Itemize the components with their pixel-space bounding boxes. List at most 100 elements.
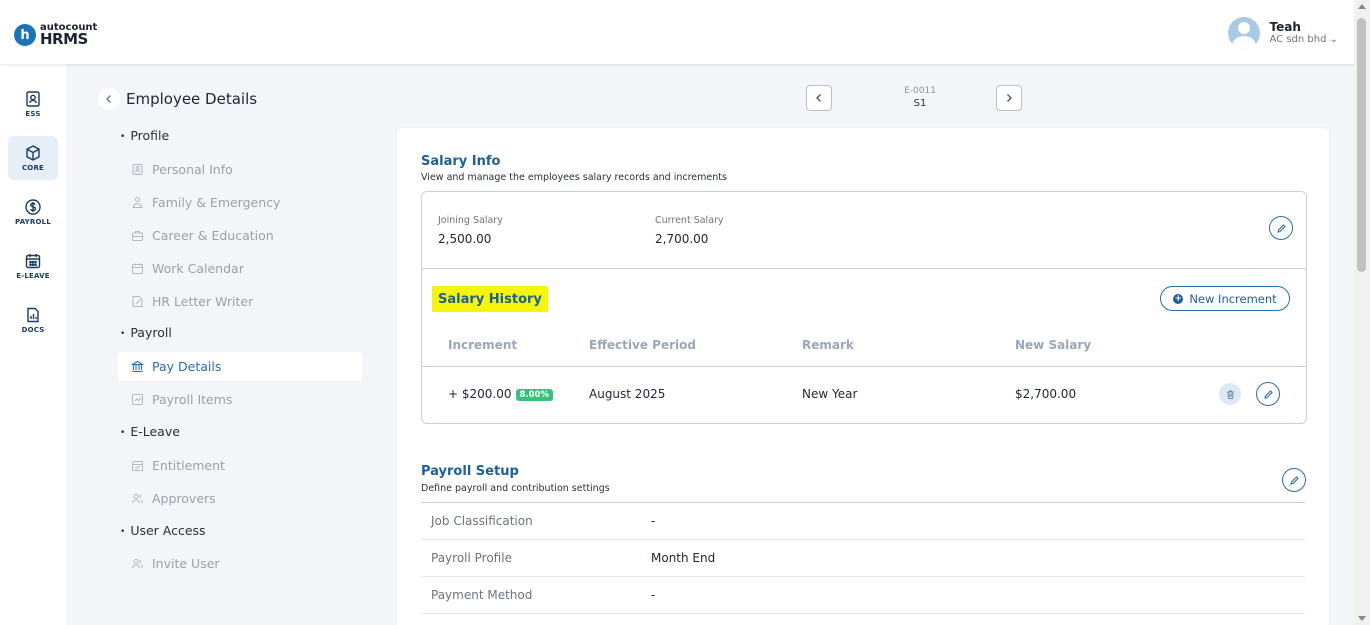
setup-label: Payment Method [431, 588, 533, 602]
user-name: Teah [1269, 20, 1301, 34]
user-menu[interactable]: Teah AC sdn bhd ⌄ [1227, 17, 1339, 49]
rail-item-core[interactable]: CORE [8, 136, 58, 180]
nav-item-career-education[interactable]: Career & Education [118, 221, 362, 250]
next-record-button[interactable] [996, 85, 1022, 111]
nav-item-label: HR Letter Writer [152, 294, 254, 309]
new-salary-cell: $2,700.00 [1015, 387, 1077, 401]
dollar-icon [25, 199, 41, 215]
nav-item-personal-info[interactable]: Personal Info [118, 155, 362, 184]
scroll-down-arrow-icon[interactable] [1358, 616, 1366, 621]
payroll-setup-subtitle: Define payroll and contribution settings [421, 483, 610, 494]
plus-circle-icon: + [1173, 293, 1184, 304]
bank-icon [131, 360, 144, 373]
back-button[interactable] [98, 88, 120, 110]
users-icon [131, 557, 144, 570]
edit-salary-button[interactable] [1269, 216, 1293, 240]
id-card-icon [26, 91, 40, 107]
nav-item-label: Family & Emergency [152, 195, 281, 210]
avatar[interactable] [1227, 17, 1260, 49]
nav-item-work-calendar[interactable]: Work Calendar [118, 254, 362, 283]
chevron-left-icon [106, 95, 111, 103]
salary-info-title: Salary Info [421, 154, 501, 169]
nav-item-approvers[interactable]: Approvers [118, 484, 362, 513]
nav-item-pay-details[interactable]: Pay Details [118, 352, 362, 381]
nav-section-payroll: Payroll [120, 325, 172, 340]
pay-details-panel: Salary Info View and manage the employee… [396, 127, 1330, 625]
document-chart-icon [27, 307, 39, 323]
calendar-icon [25, 254, 41, 269]
setup-value: - [651, 588, 656, 602]
nav-item-label: Approvers [152, 491, 216, 506]
person-card-icon [131, 163, 144, 176]
remark-cell: New Year [802, 387, 858, 401]
calendar-icon [131, 262, 144, 275]
app-logo[interactable]: h autocount HRMS [14, 23, 97, 47]
payroll-setup-title: Payroll Setup [421, 464, 519, 479]
rail-label: E-LEAVE [16, 272, 50, 280]
rail-item-docs[interactable]: DOCS [8, 298, 58, 342]
increment-amount: + $200.00 [448, 387, 512, 401]
column-header: Remark [802, 338, 854, 352]
setup-divider [421, 502, 1305, 503]
nav-item-label: Pay Details [152, 359, 222, 374]
scroll-thumb[interactable] [1357, 18, 1366, 272]
pencil-icon [1276, 223, 1286, 233]
rail-item-ess[interactable]: ESS [8, 82, 58, 126]
employee-code: E-0011 [904, 86, 936, 96]
career-icon [131, 229, 144, 242]
users-icon [131, 492, 144, 505]
nav-item-label: Entitlement [152, 458, 225, 473]
effective-period-cell: August 2025 [589, 387, 666, 401]
current-salary-value: 2,700.00 [655, 232, 709, 246]
nav-item-payroll-items[interactable]: Payroll Items [118, 385, 362, 414]
nav-item-family-emergency[interactable]: Family & Emergency [118, 188, 362, 217]
column-header: Effective Period [589, 338, 696, 352]
setup-divider [421, 613, 1305, 614]
page-scrollbar[interactable] [1354, 0, 1370, 625]
nav-section-profile: Profile [120, 128, 169, 143]
nav-item-label: Payroll Items [152, 392, 233, 407]
increment-percent-badge: 8.00% [515, 389, 553, 401]
joining-salary-value: 2,500.00 [438, 232, 492, 246]
trash-icon [1226, 390, 1234, 399]
nav-item-label: Invite User [152, 556, 220, 571]
rail-label: ESS [25, 110, 41, 118]
edit-payroll-setup-button[interactable] [1282, 468, 1306, 492]
edit-increment-button[interactable] [1256, 382, 1280, 406]
nav-item-invite-user[interactable]: Invite User [118, 549, 362, 578]
new-increment-button[interactable]: + New Increment [1160, 286, 1290, 311]
setup-divider [421, 576, 1305, 577]
cube-icon [26, 145, 40, 161]
chevron-right-icon [1007, 94, 1012, 102]
calendar-check-icon [131, 459, 144, 472]
payroll-items-icon [131, 393, 144, 406]
rail-item-eleave[interactable]: E-LEAVE [8, 244, 58, 288]
delete-increment-button[interactable] [1219, 383, 1241, 405]
nav-section-user-access: User Access [120, 523, 205, 538]
rail-label: PAYROLL [15, 218, 51, 226]
company-switcher[interactable]: AC sdn bhd ⌄ [1270, 34, 1339, 46]
employee-name: S1 [913, 98, 927, 109]
rail-label: DOCS [21, 326, 45, 334]
pencil-icon [1263, 389, 1273, 399]
nav-item-hr-letter-writer[interactable]: HR Letter Writer [118, 287, 362, 316]
table-divider [422, 366, 1306, 367]
nav-item-label: Career & Education [152, 228, 274, 243]
scroll-up-arrow-icon[interactable] [1358, 4, 1366, 9]
salary-history-title: Salary History [432, 286, 548, 312]
setup-label: Job Classification [431, 514, 533, 528]
card-divider [422, 268, 1306, 269]
increment-cell: + $200.00 8.00% [448, 387, 553, 402]
nav-item-label: Work Calendar [152, 261, 244, 276]
previous-record-button[interactable] [806, 85, 832, 111]
logo-mark: h [14, 24, 36, 46]
rail-item-payroll[interactable]: PAYROLL [8, 190, 58, 234]
rail-label: CORE [21, 164, 45, 172]
subnav-header: Employee Details [98, 88, 257, 110]
setup-label: Payroll Profile [431, 551, 512, 565]
letter-edit-icon [131, 295, 144, 308]
nav-item-entitlement[interactable]: Entitlement [118, 451, 362, 480]
nav-item-label: Personal Info [152, 162, 233, 177]
family-icon [131, 196, 144, 209]
setup-divider [421, 539, 1305, 540]
